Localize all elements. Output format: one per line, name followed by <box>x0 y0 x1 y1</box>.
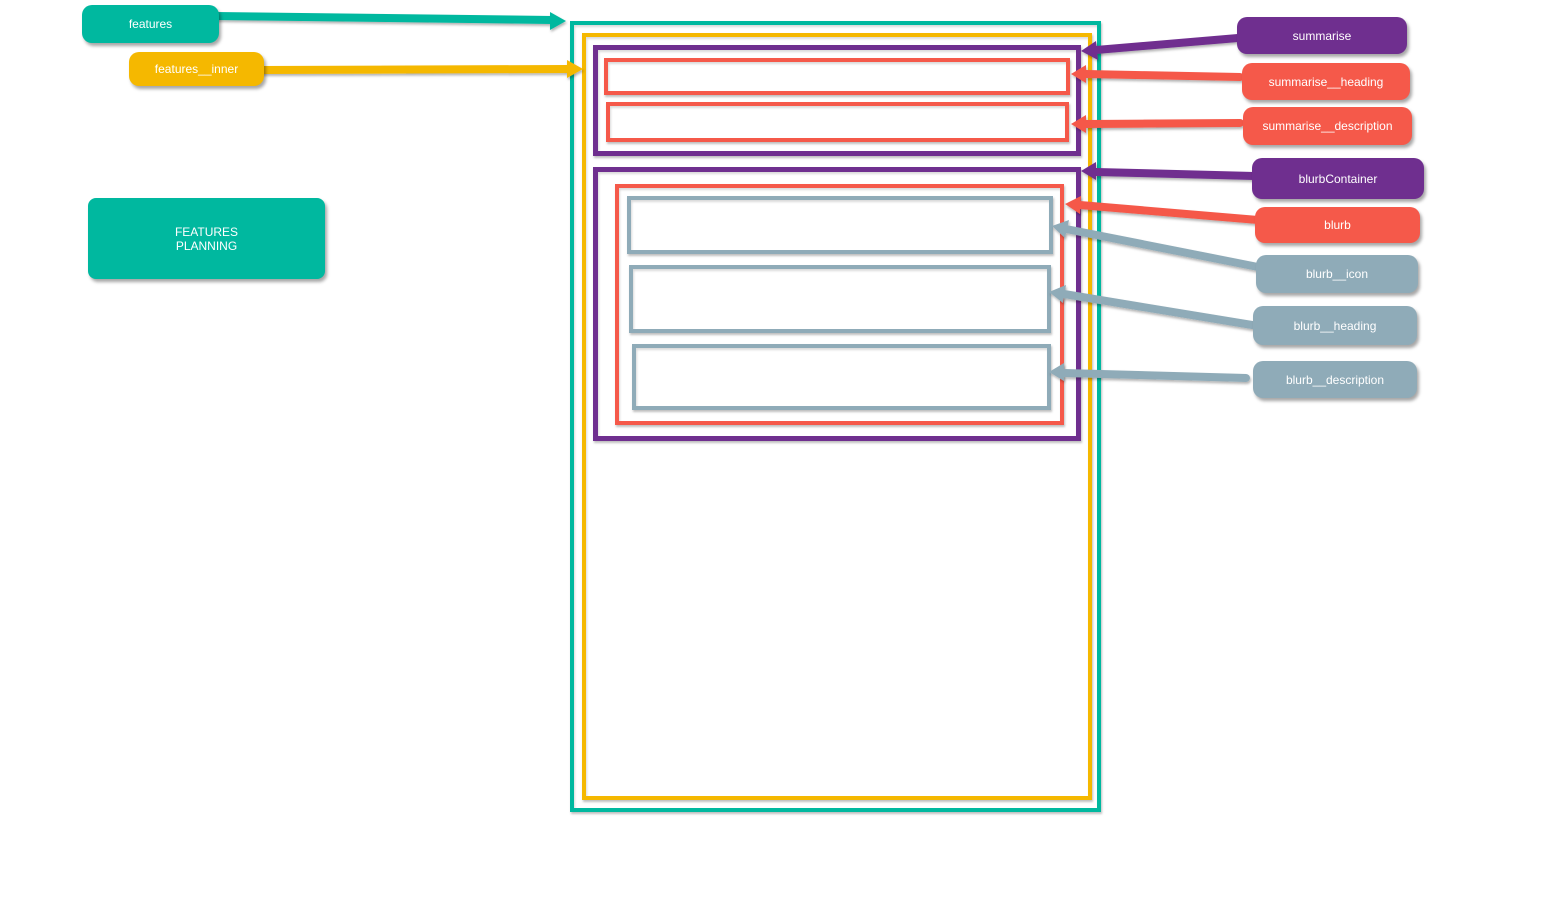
label-summarise-description: summarise__description <box>1243 107 1412 145</box>
summarise-heading-box <box>604 58 1070 95</box>
label-blurb: blurb <box>1255 207 1420 243</box>
label-blurb-icon: blurb__icon <box>1256 255 1418 293</box>
blurb-heading-box <box>629 265 1051 333</box>
label-summarise-heading: summarise__heading <box>1242 63 1410 100</box>
features-arrow <box>211 12 566 30</box>
label-features-inner: features__inner <box>129 52 264 86</box>
blurb-description-box <box>632 344 1051 410</box>
label-summarise: summarise <box>1237 17 1407 54</box>
blurb-icon-box <box>627 196 1053 254</box>
summarise-arrow <box>1081 34 1242 60</box>
summarise-description-box <box>606 102 1069 142</box>
label-blurb-description: blurb__description <box>1253 361 1417 398</box>
planning-line-2: PLANNING <box>175 238 238 253</box>
label-blurb-container: blurbContainer <box>1252 158 1424 199</box>
blurb-container-arrow <box>1081 162 1258 180</box>
planning-line-1: FEATURES <box>174 224 239 239</box>
label-features: features <box>82 5 219 43</box>
label-blurb-heading: blurb__heading <box>1253 306 1417 345</box>
features-planning-title: FEATURES PLANNING <box>88 198 325 279</box>
features-inner-arrow <box>258 60 583 78</box>
